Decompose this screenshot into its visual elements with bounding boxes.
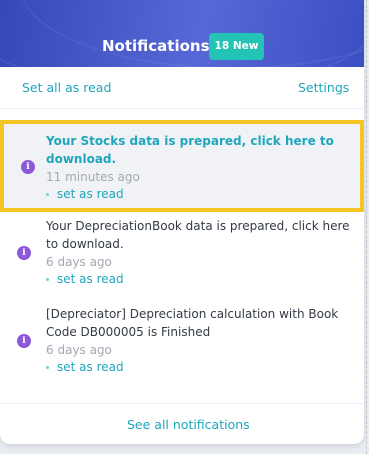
- notification-time: 6 days ago: [46, 343, 112, 357]
- panel-title: Notifications: [102, 37, 210, 55]
- notification-text[interactable]: Your DepreciationBook data is prepared, …: [46, 218, 351, 253]
- set-as-read-label: set as read: [57, 272, 124, 286]
- set-all-as-read-link[interactable]: Set all as read: [22, 80, 111, 95]
- notification-item[interactable]: i [Depreciator] Depreciation calculation…: [0, 300, 364, 390]
- settings-link[interactable]: Settings: [298, 80, 349, 95]
- set-as-read-link[interactable]: set as read: [46, 187, 124, 201]
- bullet-dot: [46, 278, 49, 281]
- new-count-badge: 18 New: [209, 33, 264, 60]
- info-icon: i: [17, 334, 31, 348]
- notification-time: 6 days ago: [46, 255, 112, 269]
- set-as-read-label: set as read: [57, 360, 124, 374]
- notification-time: 11 minutes ago: [46, 170, 140, 184]
- notifications-toolbar: Set all as read Settings: [0, 67, 364, 109]
- notifications-footer: See all notifications: [0, 403, 364, 444]
- see-all-notifications-link[interactable]: See all notifications: [127, 417, 250, 432]
- info-icon: i: [21, 160, 35, 174]
- notifications-panel: Notifications 18 New Set all as read Set…: [0, 0, 364, 444]
- set-as-read-label: set as read: [57, 187, 124, 201]
- bullet-dot: [46, 193, 49, 196]
- set-as-read-link[interactable]: set as read: [46, 360, 124, 374]
- notification-item[interactable]: i Your DepreciationBook data is prepared…: [0, 212, 364, 300]
- bullet-dot: [46, 366, 49, 369]
- notification-text[interactable]: [Depreciator] Depreciation calculation w…: [46, 306, 351, 341]
- set-as-read-link[interactable]: set as read: [46, 272, 124, 286]
- notifications-header: Notifications 18 New: [0, 0, 364, 67]
- info-icon: i: [17, 246, 31, 260]
- notification-text[interactable]: Your Stocks data is prepared, click here…: [46, 133, 351, 168]
- notification-item[interactable]: i Your Stocks data is prepared, click he…: [0, 120, 364, 212]
